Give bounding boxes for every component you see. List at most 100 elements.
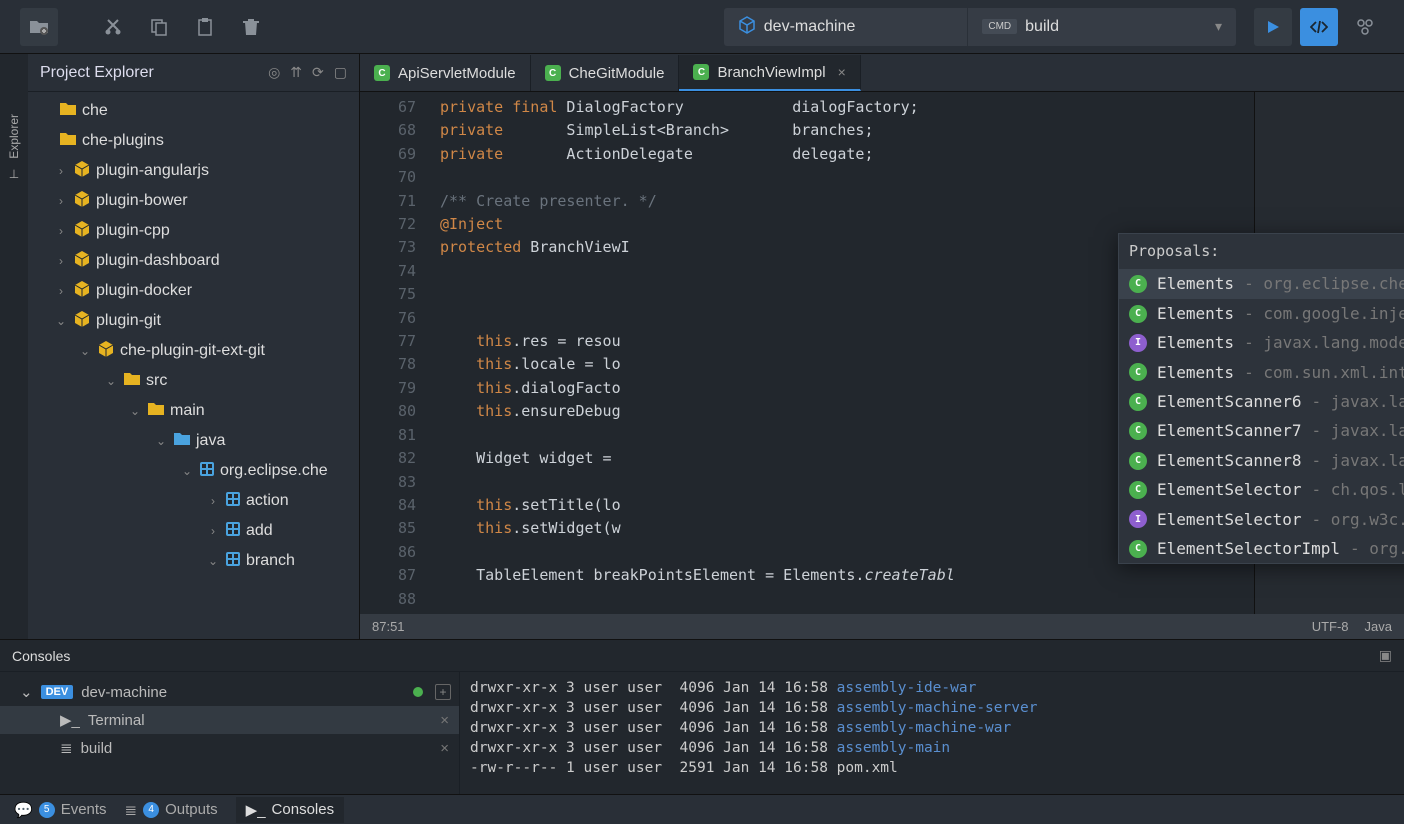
mod-icon bbox=[226, 492, 240, 511]
tree-node[interactable]: ›plugin-cpp bbox=[28, 216, 359, 246]
tree-node[interactable]: ⌄src bbox=[28, 366, 359, 396]
file-language[interactable]: Java bbox=[1365, 619, 1392, 634]
console-node[interactable]: ▶_Terminal× bbox=[0, 706, 459, 734]
chevron-down-icon: ▾ bbox=[1215, 18, 1222, 35]
left-rail-label[interactable]: Explorer bbox=[7, 114, 21, 159]
folder-y-icon bbox=[60, 102, 76, 121]
tree-node[interactable]: ⌄plugin-git bbox=[28, 306, 359, 336]
tree-node[interactable]: ⌄che-plugin-git-ext-git bbox=[28, 336, 359, 366]
tab-events[interactable]: 💬5Events bbox=[14, 801, 107, 819]
tree-node[interactable]: ⌄org.eclipse.che bbox=[28, 456, 359, 486]
close-icon[interactable]: × bbox=[440, 712, 449, 729]
machine-selector[interactable]: dev-machine bbox=[724, 8, 968, 46]
proposal-item[interactable]: CElementSelector- ch.qos.logback.core.jo… bbox=[1119, 475, 1404, 504]
editor-status-bar: 87:51 UTF-8 Java bbox=[360, 614, 1404, 639]
tree-node[interactable]: che bbox=[28, 96, 359, 126]
class-icon: C bbox=[1129, 363, 1147, 381]
editor-tabs: CApiServletModuleCCheGitModuleCBranchVie… bbox=[360, 54, 1404, 92]
locate-icon[interactable]: ◎ bbox=[268, 64, 280, 81]
pkg-icon bbox=[74, 311, 90, 332]
tree-node[interactable]: ›add bbox=[28, 516, 359, 546]
proposal-item[interactable]: IElements- javax.lang.model.util bbox=[1119, 328, 1404, 357]
cube-icon bbox=[738, 16, 756, 37]
cmd-badge: CMD bbox=[982, 19, 1017, 34]
collapse-icon[interactable]: ⇈ bbox=[290, 64, 302, 81]
proposal-item[interactable]: CElementScanner7- javax.lang.model.util bbox=[1119, 416, 1404, 445]
cursor-position: 87:51 bbox=[372, 619, 405, 634]
proposal-item[interactable]: CElements- com.google.inject.spi bbox=[1119, 299, 1404, 328]
tree-node[interactable]: ›action bbox=[28, 486, 359, 516]
top-toolbar: dev-machine CMD build ▾ bbox=[0, 0, 1404, 54]
proposal-item[interactable]: CElementSelectorImpl- org.w3c.flute.pars… bbox=[1119, 534, 1404, 563]
class-icon: C bbox=[1129, 393, 1147, 411]
consoles-panel: Consoles ▣ ⌄DEVdev-machine+▶_Terminal×≣b… bbox=[0, 639, 1404, 794]
terminal-icon: ▶_ bbox=[246, 801, 266, 819]
tree-node[interactable]: ›plugin-dashboard bbox=[28, 246, 359, 276]
pkg-icon bbox=[74, 221, 90, 242]
terminal-output[interactable]: drwxr-xr-x 3 user user 4096 Jan 14 16:58… bbox=[460, 672, 1404, 794]
close-icon[interactable]: × bbox=[440, 740, 449, 757]
close-icon[interactable]: × bbox=[838, 64, 846, 80]
proposal-item[interactable]: CElementScanner6- javax.lang.model.util bbox=[1119, 387, 1404, 416]
tab-outputs[interactable]: ≣4Outputs bbox=[125, 801, 218, 819]
console-node[interactable]: ⌄DEVdev-machine+ bbox=[0, 678, 459, 706]
delete-button[interactable] bbox=[232, 8, 270, 46]
structure-icon[interactable]: ⊥ bbox=[9, 167, 19, 181]
add-terminal-button[interactable]: + bbox=[435, 684, 451, 700]
folder-y-icon bbox=[60, 132, 76, 151]
class-icon: C bbox=[1129, 422, 1147, 440]
consoles-header: Consoles ▣ bbox=[0, 640, 1404, 672]
editor-area: CApiServletModuleCCheGitModuleCBranchVie… bbox=[360, 54, 1404, 639]
tree-node[interactable]: ›plugin-docker bbox=[28, 276, 359, 306]
console-node[interactable]: ≣build× bbox=[0, 734, 459, 762]
tree-node[interactable]: ⌄branch bbox=[28, 546, 359, 576]
editor-tab[interactable]: CCheGitModule bbox=[531, 55, 680, 91]
proposal-item[interactable]: CElements- org.eclipse.che.ide.util.dom bbox=[1119, 269, 1404, 298]
proposal-item[interactable]: CElements- com.sun.xml.internal.ws.devel… bbox=[1119, 358, 1404, 387]
maximize-icon[interactable]: ▣ bbox=[1379, 647, 1392, 664]
file-encoding[interactable]: UTF-8 bbox=[1312, 619, 1349, 634]
editor-tab[interactable]: CBranchViewImpl× bbox=[679, 55, 860, 91]
run-button[interactable] bbox=[1254, 8, 1292, 46]
editor-tab[interactable]: CApiServletModule bbox=[360, 55, 531, 91]
machine-command-selector: dev-machine CMD build ▾ bbox=[724, 8, 1236, 46]
paste-button[interactable] bbox=[186, 8, 224, 46]
tree-node[interactable]: ›plugin-bower bbox=[28, 186, 359, 216]
proposal-item[interactable]: CElementScanner8- javax.lang.model.util bbox=[1119, 446, 1404, 475]
class-icon: C bbox=[1129, 452, 1147, 470]
pkg-icon bbox=[74, 251, 90, 272]
machine-name: dev-machine bbox=[764, 18, 856, 36]
folder-y-icon bbox=[148, 402, 164, 421]
consoles-title: Consoles bbox=[12, 648, 70, 664]
proposal-item[interactable]: IElementSelector- org.w3c.css.sac bbox=[1119, 505, 1404, 534]
dev-badge: DEV bbox=[41, 685, 74, 699]
new-file-button[interactable] bbox=[20, 8, 58, 46]
tree-node[interactable]: ⌄java bbox=[28, 426, 359, 456]
mod-icon bbox=[200, 462, 214, 481]
minimize-icon[interactable]: ▢ bbox=[334, 64, 347, 81]
class-icon: C bbox=[545, 65, 561, 81]
command-selector[interactable]: CMD build ▾ bbox=[968, 8, 1236, 46]
left-rail: Explorer ⊥ bbox=[0, 54, 28, 639]
interface-icon: I bbox=[1129, 334, 1147, 352]
class-icon: C bbox=[693, 64, 709, 80]
cut-button[interactable] bbox=[94, 8, 132, 46]
proposals-title: Proposals: bbox=[1119, 234, 1404, 269]
interface-icon: I bbox=[1129, 510, 1147, 528]
build-icon: ≣ bbox=[60, 739, 73, 757]
explorer-header: Project Explorer ◎ ⇈ ⟳ ▢ bbox=[28, 54, 359, 92]
code-completion-popup: Proposals: CElements- org.eclipse.che.id… bbox=[1118, 233, 1404, 564]
tree-node[interactable]: ›plugin-angularjs bbox=[28, 156, 359, 186]
tree-node[interactable]: che-plugins bbox=[28, 126, 359, 156]
terminal-icon: ▶_ bbox=[60, 711, 80, 729]
refresh-icon[interactable]: ⟳ bbox=[312, 64, 324, 81]
pkg-icon bbox=[74, 191, 90, 212]
tab-consoles[interactable]: ▶_Consoles bbox=[236, 797, 344, 823]
command-name: build bbox=[1025, 18, 1059, 36]
db-icon-button[interactable] bbox=[1346, 8, 1384, 46]
editor-body: 6768697071727374757677787980818283848586… bbox=[360, 92, 1404, 614]
copy-button[interactable] bbox=[140, 8, 178, 46]
tree-node[interactable]: ⌄main bbox=[28, 396, 359, 426]
code-view-button[interactable] bbox=[1300, 8, 1338, 46]
console-tree: ⌄DEVdev-machine+▶_Terminal×≣build× bbox=[0, 672, 460, 794]
